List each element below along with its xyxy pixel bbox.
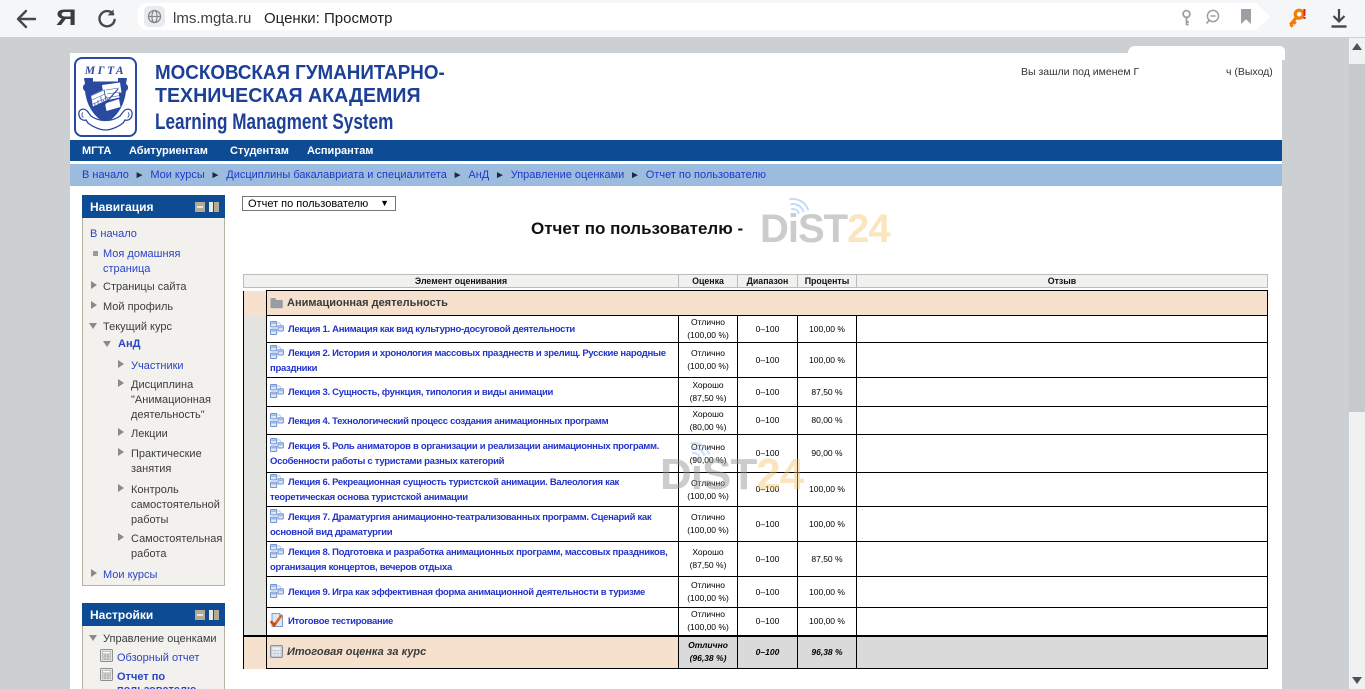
svg-text:!: ! (1302, 6, 1307, 23)
svg-text:МГТА: МГТА (84, 65, 126, 77)
